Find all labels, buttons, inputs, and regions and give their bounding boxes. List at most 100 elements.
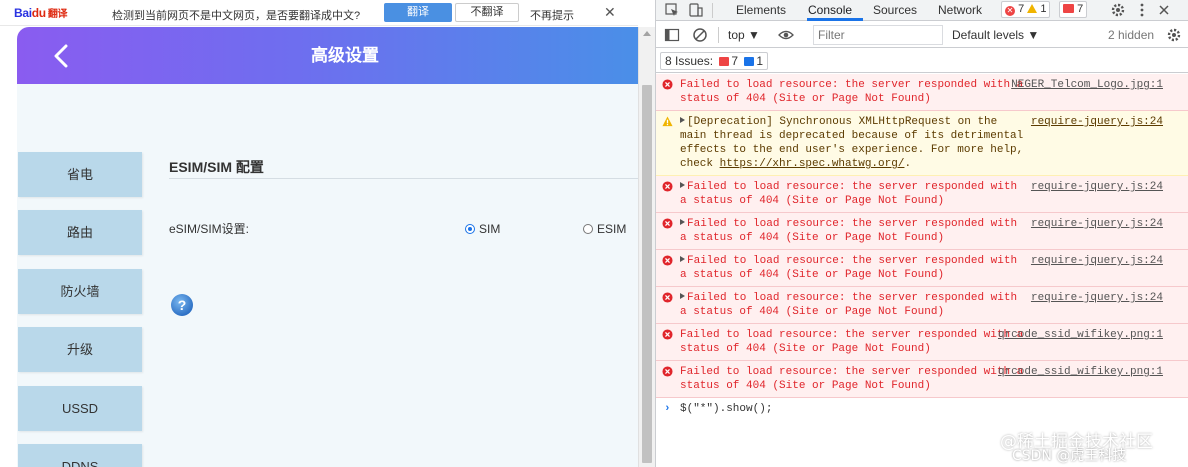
message-body: Failed to load resource: the server resp… — [680, 329, 1024, 355]
page-title: 高级设置 — [311, 46, 379, 65]
hidden-messages-count: 2 hidden — [1108, 28, 1155, 42]
expand-triangle-icon[interactable] — [680, 182, 685, 188]
message-source-link[interactable]: require-jquery.js:24 — [1031, 254, 1163, 268]
sidebar-item-upgrade[interactable]: 升级 — [18, 327, 142, 372]
sidebar-toggle-icon[interactable] — [664, 27, 680, 43]
issue-icon — [1063, 4, 1074, 13]
expand-triangle-icon[interactable] — [680, 256, 685, 262]
message-source-link[interactable]: require-jquery.js:24 — [1031, 180, 1163, 194]
message-body: Failed to load resource: the server resp… — [680, 218, 1018, 244]
esim-radio-label: ESIM — [597, 222, 627, 236]
sidebar-item-routing[interactable]: 路由 — [18, 210, 142, 255]
message-source-link[interactable]: require-jquery.js:24 — [1031, 217, 1163, 231]
console-error-message[interactable]: Failed to load resource: the server resp… — [656, 176, 1188, 213]
console-error-message[interactable]: Failed to load resource: the server resp… — [656, 287, 1188, 324]
console-prompt[interactable]: › $("*").show(); — [656, 398, 1188, 420]
console-error-message[interactable]: Failed to load resource: the server resp… — [656, 74, 1188, 111]
page-scrollbar[interactable] — [638, 27, 655, 467]
message-text: Failed to load resource: the server resp… — [680, 217, 1025, 245]
message-source-link[interactable]: require-jquery.js:24 — [1031, 291, 1163, 305]
sidebar-item-power-saving[interactable]: 省电 — [18, 152, 142, 197]
live-expression-eye-icon[interactable] — [778, 27, 794, 43]
sidebar-item-ddns[interactable]: DDNS — [18, 444, 142, 467]
prompt-chevron-icon: › — [664, 403, 671, 415]
translate-button[interactable]: 翻译 — [384, 3, 452, 22]
message-body: Failed to load resource: the server resp… — [680, 255, 1018, 281]
issues-bar: 8 Issues: 7 1 — [656, 49, 1188, 73]
console-error-message[interactable]: Failed to load resource: the server resp… — [656, 250, 1188, 287]
scrollbar-thumb[interactable] — [642, 85, 652, 463]
message-text: Failed to load resource: the server resp… — [680, 180, 1025, 208]
settings-gear-icon[interactable] — [1110, 2, 1126, 18]
message-source-link[interactable]: require-jquery.js:24 — [1031, 115, 1163, 129]
error-icon — [662, 366, 673, 377]
console-settings-gear-icon[interactable] — [1166, 27, 1182, 43]
no-translate-button[interactable]: 不翻译 — [455, 3, 519, 22]
inspect-element-icon[interactable] — [664, 2, 680, 18]
close-icon[interactable]: ✕ — [604, 4, 616, 21]
console-filter-input[interactable] — [813, 25, 943, 45]
context-selector[interactable]: top ▼ — [728, 28, 760, 42]
watermark-text-secondary: CSDN @虎王科技 — [1012, 448, 1127, 464]
log-levels-dropdown[interactable]: Default levels ▼ — [952, 28, 1039, 42]
expand-triangle-icon[interactable] — [680, 293, 685, 299]
help-icon[interactable]: ? — [170, 293, 194, 317]
error-icon — [662, 79, 673, 90]
console-input[interactable]: $("*").show(); — [680, 403, 772, 415]
message-body: Failed to load resource: the server resp… — [680, 366, 1024, 392]
message-source-link[interactable]: qrcode_ssid_wifikey.png:1 — [998, 328, 1163, 342]
clear-console-icon[interactable] — [692, 27, 708, 43]
console-log: Failed to load resource: the server resp… — [656, 74, 1188, 467]
esim-radio[interactable]: ESIM — [583, 222, 626, 236]
device-toolbar-icon[interactable] — [688, 2, 704, 18]
message-source-link[interactable]: NEGER_Telcom_Logo.jpg:1 — [1011, 78, 1163, 92]
devtools-tabbar: Elements Console Sources Network ✕ 7 1 7 — [656, 0, 1188, 21]
scroll-up-arrow-icon[interactable] — [643, 31, 651, 36]
error-icon — [662, 181, 673, 192]
console-error-message[interactable]: Failed to load resource: the server resp… — [656, 361, 1188, 398]
message-text: Failed to load resource: the server resp… — [680, 254, 1025, 282]
translate-message: 检测到当前网页不是中文网页，是否要翻译成中文? — [112, 10, 361, 22]
sidebar-item-ussd[interactable]: USSD — [18, 386, 142, 431]
tab-sources[interactable]: Sources — [873, 2, 917, 19]
baidu-translate-logo: Baidu 翻译 — [14, 6, 68, 20]
console-toolbar: top ▼ Default levels ▼ 2 hidden — [656, 22, 1188, 48]
tab-console[interactable]: Console — [808, 2, 852, 19]
expand-triangle-icon[interactable] — [680, 219, 685, 225]
help-glyph: ? — [178, 297, 187, 313]
issues-link[interactable]: 8 Issues: 7 1 — [660, 52, 769, 70]
browser-viewport: Baidu 翻译 检测到当前网页不是中文网页，是否要翻译成中文? 翻译 不翻译 不… — [0, 0, 655, 467]
expand-triangle-icon[interactable] — [680, 117, 685, 123]
issues-counter[interactable]: 7 — [1059, 1, 1088, 18]
message-link[interactable]: https://xhr.spec.whatwg.org/ — [720, 158, 905, 170]
tab-network[interactable]: Network — [938, 2, 982, 19]
active-tab-indicator — [807, 18, 863, 21]
message-source-link[interactable]: qrcode_ssid_wifikey.png:1 — [998, 365, 1163, 379]
console-warning-message[interactable]: [Deprecation] Synchronous XMLHttpRequest… — [656, 111, 1188, 176]
console-error-message[interactable]: Failed to load resource: the server resp… — [656, 213, 1188, 250]
error-icon: ✕ — [1005, 6, 1015, 16]
esim-radio-dot[interactable] — [583, 224, 593, 234]
message-trailing: . — [904, 158, 912, 170]
message-body: Failed to load resource: the server resp… — [680, 79, 1024, 105]
error-warning-counter[interactable]: ✕ 7 1 — [1001, 1, 1051, 18]
console-error-message[interactable]: Failed to load resource: the server resp… — [656, 324, 1188, 361]
message-text: Failed to load resource: the server resp… — [680, 328, 1025, 356]
sim-radio[interactable]: SIM — [465, 222, 500, 236]
no-prompt-link[interactable]: 不再提示 — [530, 7, 574, 23]
sim-radio-label: SIM — [479, 222, 501, 236]
toolbar-divider — [718, 27, 719, 43]
error-icon — [662, 329, 673, 340]
more-options-icon[interactable] — [1134, 2, 1150, 18]
sidebar-item-firewall[interactable]: 防火墙 — [18, 269, 142, 314]
error-icon — [662, 292, 673, 303]
message-body: Failed to load resource: the server resp… — [680, 292, 1018, 318]
section-title: ESIM/SIM 配置 — [169, 159, 264, 175]
warning-icon — [1027, 4, 1038, 13]
issue-info-icon — [744, 57, 755, 66]
error-icon — [662, 218, 673, 229]
sim-radio-dot[interactable] — [465, 224, 475, 234]
error-icon — [662, 255, 673, 266]
close-devtools-icon[interactable] — [1156, 2, 1172, 18]
tab-elements[interactable]: Elements — [736, 2, 786, 19]
